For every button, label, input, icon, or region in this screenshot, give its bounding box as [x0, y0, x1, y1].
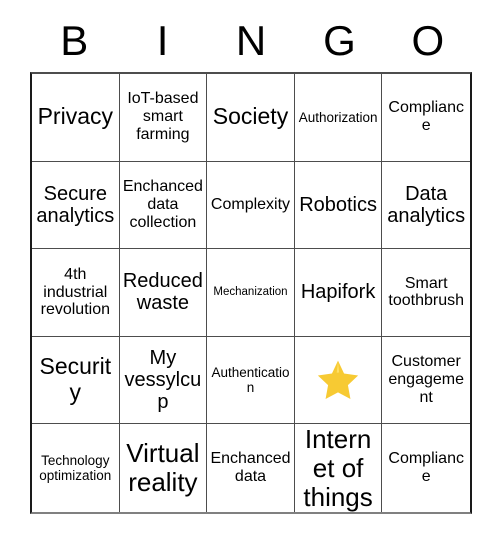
bingo-cell[interactable]: Privacy — [32, 74, 120, 162]
bingo-cell[interactable]: Enchanced data — [207, 424, 295, 512]
bingo-cell[interactable]: My vessylcup — [119, 336, 208, 425]
bingo-cell-label: My vessylcup — [124, 346, 202, 414]
bingo-cell[interactable]: Robotics — [294, 161, 383, 250]
bingo-header-letter-n: N — [235, 17, 267, 64]
bingo-cell[interactable]: Hapifork — [294, 249, 383, 337]
bingo-cell[interactable]: Society — [207, 74, 295, 162]
bingo-cell[interactable]: Data analytics — [382, 161, 470, 250]
bingo-cell[interactable]: IoT-based smart farming — [119, 74, 208, 162]
bingo-cell-label: Customer engagement — [388, 353, 464, 407]
bingo-cell-label: Mechanization — [213, 286, 288, 299]
bingo-cell[interactable]: Enchanced data collection — [119, 161, 208, 250]
bingo-cell-label: Virtual reality — [126, 438, 200, 498]
bingo-cell-label: Smart toothbrush — [388, 274, 464, 310]
bingo-cell-label: Authorization — [298, 109, 378, 125]
bingo-cell-label: Society — [212, 103, 289, 130]
bingo-cell-label: Data analytics — [387, 182, 466, 227]
bingo-cell-label: 4th industrial revolution — [40, 265, 110, 319]
bingo-grid: Privacy IoT-based smart farming Society Aut… — [30, 72, 472, 514]
bingo-cell-label: Authentication — [211, 364, 290, 396]
bingo-cell[interactable]: Technology optimization — [32, 424, 120, 512]
bingo-cell[interactable]: Secure analytics — [32, 161, 120, 250]
bingo-cell[interactable]: Virtual reality — [119, 424, 208, 512]
bingo-header-letter-b: B — [60, 17, 89, 64]
bingo-cell-label: Technology optimization — [39, 453, 112, 484]
bingo-cell-label: Enchanced data — [210, 450, 291, 486]
bingo-cell[interactable]: Reduced waste — [119, 249, 208, 337]
star-icon — [317, 360, 359, 400]
bingo-cell-label: Hapifork — [300, 281, 376, 304]
bingo-cell[interactable]: Internet of things — [294, 424, 383, 512]
bingo-cell[interactable]: Authorization — [294, 74, 383, 162]
bingo-cell[interactable]: Compliance — [382, 424, 470, 512]
bingo-header-letter-g: G — [323, 17, 356, 64]
bingo-cell-label: Internet of things — [303, 424, 373, 512]
bingo-cell-label: Security — [39, 353, 112, 406]
bingo-cell-label: Reduced waste — [122, 270, 203, 315]
bingo-cell-label: Secure analytics — [36, 182, 115, 227]
bingo-cell[interactable]: Customer engagement — [382, 336, 470, 425]
bingo-cell[interactable]: Authentication — [207, 336, 295, 425]
bingo-card: B I N G O Privacy IoT-based smart farming… — [0, 0, 500, 544]
bingo-cell-free-space[interactable] — [294, 336, 383, 425]
bingo-cell[interactable]: Smart toothbrush — [382, 249, 470, 337]
bingo-header-letter-o: O — [411, 17, 445, 64]
bingo-cell-label: IoT-based smart farming — [127, 90, 199, 144]
bingo-cell[interactable]: Mechanization — [207, 249, 295, 337]
bingo-cell[interactable]: 4th industrial revolution — [32, 249, 120, 337]
bingo-cell-label: Robotics — [299, 193, 377, 216]
bingo-cell-label: Complexity — [210, 195, 291, 213]
bingo-cell-label: Enchanced data collection — [122, 178, 203, 231]
bingo-cell-label: Compliance — [388, 99, 464, 135]
bingo-cell-label: Privacy — [37, 103, 113, 130]
bingo-header-letter-i: I — [156, 17, 169, 64]
bingo-cell[interactable]: Complexity — [207, 161, 295, 250]
bingo-header-row: B I N G O — [30, 12, 472, 70]
bingo-cell-label: Compliance — [388, 450, 464, 486]
bingo-cell[interactable]: Compliance — [382, 74, 470, 162]
bingo-cell[interactable]: Security — [32, 336, 120, 425]
